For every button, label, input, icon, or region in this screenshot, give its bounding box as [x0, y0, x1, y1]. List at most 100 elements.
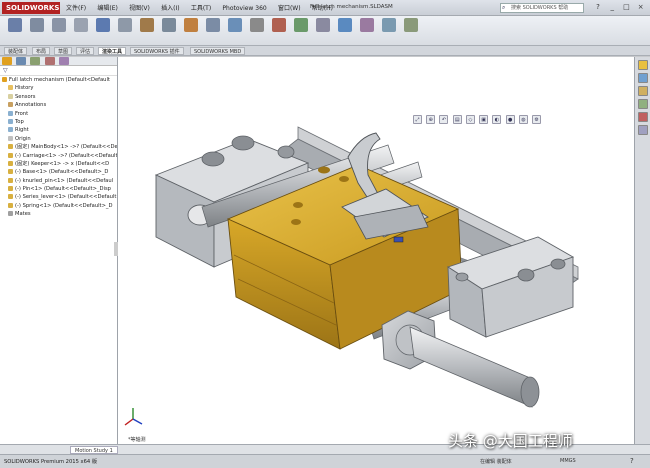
right-end-block[interactable]	[446, 236, 575, 338]
file-explorer-icon[interactable]	[637, 86, 648, 96]
exploded-view-button[interactable]	[226, 18, 244, 44]
custom-properties-icon[interactable]	[637, 125, 648, 135]
previous-view-icon[interactable]: ↶	[439, 115, 449, 124]
apply-scene-icon[interactable]: ◍	[518, 115, 528, 124]
show-hidden-button[interactable]	[116, 18, 134, 44]
tree-item-label: Front	[15, 110, 29, 117]
filter-icon: ▽	[3, 67, 8, 74]
view-palette-icon[interactable]	[637, 99, 648, 109]
tree-item[interactable]: Full latch mechanism (Default<Default	[2, 76, 117, 84]
tab-1[interactable]: 布局	[32, 47, 51, 55]
tree-item[interactable]: (-) Carriage<1> ->? (Default<<Default	[2, 152, 117, 160]
tree-item[interactable]: Top	[2, 118, 117, 126]
instant3d-button[interactable]	[336, 18, 354, 44]
tree-item-label: (-) Spring<1> (Default<<Default>_D	[15, 202, 113, 209]
maximize-button[interactable]: □	[620, 2, 632, 13]
menu-photoview[interactable]: Photoview 360	[222, 5, 266, 12]
unit-system-selector[interactable]: MMGS	[560, 458, 576, 464]
interference-detection-button[interactable]	[270, 18, 288, 44]
tree-item[interactable]: Origin	[2, 135, 117, 143]
linear-pattern-button[interactable]	[50, 18, 68, 44]
help-button[interactable]: ?	[592, 2, 604, 13]
tree-item[interactable]: Mates	[2, 210, 117, 218]
move-component-button[interactable]	[94, 18, 112, 44]
reference-geometry-button[interactable]	[160, 18, 178, 44]
tab-3[interactable]: 评估	[76, 47, 95, 55]
latch-mechanism-model[interactable]	[118, 57, 634, 444]
tree-item-label: Origin	[15, 135, 31, 142]
tab-2[interactable]: 草图	[54, 47, 73, 55]
graphics-area[interactable]: ⤢ ⊕ ↶ ▤ ◇ ▣ ◐ ● ◍ ⚙	[118, 57, 634, 444]
feature-tree: Full latch mechanism (Default<Default His…	[0, 76, 117, 219]
tree-item-label: (固定) Keeper<1> -> x (Default<<D	[15, 160, 110, 167]
tree-filter[interactable]: ▽	[0, 66, 117, 76]
close-button[interactable]: ×	[635, 2, 647, 13]
solidworks-resources-icon[interactable]	[637, 60, 648, 70]
menu-edit[interactable]: 编辑(E)	[97, 3, 117, 12]
zoom-area-icon[interactable]: ⊕	[426, 115, 436, 124]
large-assembly-mode-button[interactable]	[402, 18, 420, 44]
new-motion-study-button[interactable]	[182, 18, 200, 44]
tree-item[interactable]: (-) Base<1> (Default<<Default>_D	[2, 168, 117, 176]
menu-window[interactable]: 窗口(W)	[278, 3, 301, 12]
zoom-to-fit-icon[interactable]: ⤢	[413, 115, 422, 124]
panel-tabs	[0, 57, 117, 66]
view-settings-icon[interactable]: ⚙	[532, 115, 542, 124]
bill-of-materials-button[interactable]	[204, 18, 222, 44]
tree-item-label: Annotations	[15, 102, 47, 109]
tree-item[interactable]: (-) knurled_pin<1> (Default<<Defaul	[2, 177, 117, 185]
part-icon	[8, 152, 13, 158]
insert-components-button[interactable]	[6, 18, 24, 44]
status-help-icon[interactable]: ?	[630, 457, 634, 465]
explode-line-sketch-button[interactable]	[248, 18, 266, 44]
clearance-verification-button[interactable]	[292, 18, 310, 44]
menu-insert[interactable]: 插入(I)	[161, 3, 179, 12]
display-manager-tab-icon[interactable]	[58, 57, 69, 65]
menu-file[interactable]: 文件(F)	[66, 3, 86, 12]
update-speedpak-button[interactable]	[358, 18, 376, 44]
tree-item[interactable]: Sensors	[2, 93, 117, 101]
tab-6[interactable]: SOLIDWORKS MBD	[190, 47, 246, 55]
clearance-verification-icon	[294, 18, 308, 32]
display-style-icon[interactable]: ▣	[479, 115, 489, 124]
tree-item[interactable]: (-) Series_lever<1> (Default<<Default	[2, 193, 117, 201]
minimize-button[interactable]: _	[606, 2, 618, 13]
hide-show-items-icon[interactable]: ◐	[492, 115, 502, 124]
solidworks-logo[interactable]: SOLIDWORKS	[2, 2, 60, 14]
origin-icon	[8, 135, 13, 141]
featuremanager-tab-icon[interactable]	[2, 57, 12, 65]
tree-item[interactable]: (固定) MainBody<1> ->? (Default<<Default	[2, 143, 117, 151]
knurled-pin[interactable]	[409, 326, 540, 408]
search-icon: ⌕	[502, 4, 506, 11]
tree-item[interactable]: Annotations	[2, 101, 117, 109]
tab-0[interactable]: 装配体	[4, 47, 28, 55]
tab-5[interactable]: SOLIDWORKS 插件	[130, 47, 184, 55]
bill-of-materials-icon	[206, 18, 220, 32]
design-library-icon[interactable]	[637, 73, 648, 83]
hole-alignment-button[interactable]	[314, 18, 332, 44]
menu-tools[interactable]: 工具(T)	[191, 3, 211, 12]
take-snapshot-button[interactable]	[380, 18, 398, 44]
status-bar: SOLIDWORKS Premium 2015 x64 版 在编辑 装配体 MM…	[0, 454, 650, 468]
smart-fasteners-button[interactable]	[72, 18, 90, 44]
dimxpert-tab-icon[interactable]	[44, 57, 55, 65]
propertymanager-tab-icon[interactable]	[16, 57, 27, 65]
show-hidden-icon	[118, 18, 132, 32]
tree-item[interactable]: (-) Spring<1> (Default<<Default>_D	[2, 202, 117, 210]
assembly-features-button[interactable]	[138, 18, 156, 44]
tab-4[interactable]: 渲染工具	[98, 47, 127, 55]
mate-button[interactable]	[28, 18, 46, 44]
configurationmanager-tab-icon[interactable]	[30, 57, 41, 65]
tree-item[interactable]: Right	[2, 126, 117, 134]
tab-motion-study[interactable]: Motion Study 1	[70, 446, 118, 454]
menu-view[interactable]: 视图(V)	[129, 3, 150, 12]
tree-item[interactable]: Front	[2, 110, 117, 118]
help-search-input[interactable]: ⌕ 搜索 SOLIDWORKS 帮助	[500, 3, 584, 13]
appearances-icon[interactable]	[637, 112, 648, 122]
view-orientation-icon[interactable]: ◇	[465, 115, 475, 124]
section-view-icon[interactable]: ▤	[452, 115, 462, 124]
tree-item[interactable]: (固定) Keeper<1> -> x (Default<<D	[2, 160, 117, 168]
tree-item[interactable]: History	[2, 84, 117, 92]
tree-item[interactable]: (-) Pin<1> (Default<<Default>_Disp	[2, 185, 117, 193]
edit-appearance-icon[interactable]: ●	[505, 115, 515, 124]
